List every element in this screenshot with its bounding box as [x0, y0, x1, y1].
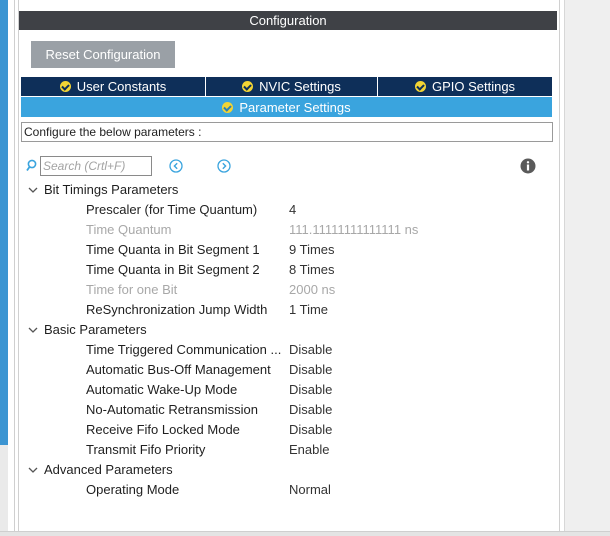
arrow-left-circle-icon[interactable]: [169, 159, 183, 173]
tab-label: GPIO Settings: [431, 79, 516, 94]
param-value[interactable]: Disable: [289, 340, 332, 360]
param-label: Time Quanta in Bit Segment 1: [86, 242, 260, 257]
param-label: Time for one Bit: [86, 282, 178, 297]
chevron-down-icon[interactable]: [27, 180, 39, 200]
param-row[interactable]: No-Automatic Retransmission Disable: [22, 400, 552, 420]
check-circle-icon: [414, 81, 426, 92]
param-row[interactable]: Time Quanta in Bit Segment 2 8 Times: [22, 260, 552, 280]
check-circle-icon: [242, 81, 254, 92]
param-label: Transmit Fifo Priority: [86, 442, 206, 457]
param-value[interactable]: Disable: [289, 400, 332, 420]
param-label: No-Automatic Retransmission: [86, 402, 258, 417]
param-row[interactable]: Prescaler (for Time Quantum) 4: [22, 200, 552, 220]
group-advanced-parameters[interactable]: Advanced Parameters: [22, 460, 552, 480]
param-label: Automatic Bus-Off Management: [86, 362, 271, 377]
param-value[interactable]: Enable: [289, 440, 329, 460]
tab-parameter-settings[interactable]: Parameter Settings: [21, 97, 552, 117]
outer-panel-border: [14, 0, 15, 535]
left-scroll-strip: [0, 0, 8, 445]
param-value: 2000 ns: [289, 282, 336, 297]
param-value[interactable]: Disable: [289, 360, 332, 380]
search-input[interactable]: [40, 156, 152, 176]
tab-nvic-settings[interactable]: NVIC Settings: [206, 77, 378, 96]
search-icon[interactable]: [26, 159, 38, 173]
left-strip-lower: [0, 445, 8, 535]
group-label: Basic Parameters: [44, 322, 147, 337]
tab-gpio-settings[interactable]: GPIO Settings: [378, 77, 552, 96]
param-value[interactable]: 1 Time: [289, 300, 328, 320]
param-row[interactable]: Operating Mode Normal: [22, 480, 552, 500]
check-circle-icon: [222, 101, 234, 113]
tab-label: User Constants: [76, 79, 167, 94]
right-empty-area: [564, 0, 610, 535]
parameter-tree: Bit Timings Parameters Prescaler (for Ti…: [22, 180, 552, 500]
param-row[interactable]: Automatic Wake-Up Mode Disable: [22, 380, 552, 400]
param-label: Time Quantum: [86, 222, 172, 237]
param-label: Automatic Wake-Up Mode: [86, 382, 238, 397]
param-value[interactable]: 4: [289, 200, 296, 220]
param-row[interactable]: Transmit Fifo Priority Enable: [22, 440, 552, 460]
group-basic-parameters[interactable]: Basic Parameters: [22, 320, 552, 340]
param-label: Time Triggered Communication ...: [86, 342, 282, 357]
chevron-down-icon[interactable]: [27, 460, 39, 480]
tab-bar: User Constants NVIC Settings GPIO Settin…: [21, 77, 552, 96]
tab-user-constants[interactable]: User Constants: [21, 77, 206, 96]
configuration-header: Configuration: [19, 11, 557, 30]
param-row[interactable]: Receive Fifo Locked Mode Disable: [22, 420, 552, 440]
param-row[interactable]: Time Quanta in Bit Segment 1 9 Times: [22, 240, 552, 260]
tab-label: Parameter Settings: [239, 99, 351, 115]
param-value[interactable]: Disable: [289, 420, 332, 440]
param-value[interactable]: Normal: [289, 480, 331, 500]
param-row: Time Quantum 111.11111111111111 ns: [22, 220, 552, 240]
group-bit-timings[interactable]: Bit Timings Parameters: [22, 180, 552, 200]
check-circle-icon: [59, 81, 71, 92]
param-label: Prescaler (for Time Quantum): [86, 202, 258, 217]
chevron-down-icon[interactable]: [27, 320, 39, 340]
param-value: 111.11111111111111 ns: [289, 222, 419, 237]
tab-label: NVIC Settings: [259, 79, 341, 94]
param-row: Time for one Bit 2000 ns: [22, 280, 552, 300]
group-label: Bit Timings Parameters: [44, 182, 179, 197]
param-label: Operating Mode: [86, 482, 180, 497]
group-label: Advanced Parameters: [44, 462, 173, 477]
parameters-description: Configure the below parameters :: [21, 122, 553, 142]
param-label: Time Quanta in Bit Segment 2: [86, 262, 260, 277]
param-value[interactable]: Disable: [289, 380, 332, 400]
param-label: Receive Fifo Locked Mode: [86, 422, 240, 437]
reset-configuration-button[interactable]: Reset Configuration: [31, 41, 175, 68]
param-row[interactable]: ReSynchronization Jump Width 1 Time: [22, 300, 552, 320]
param-row[interactable]: Automatic Bus-Off Management Disable: [22, 360, 552, 380]
param-row[interactable]: Time Triggered Communication ... Disable: [22, 340, 552, 360]
info-icon[interactable]: [520, 158, 536, 174]
arrow-right-circle-icon[interactable]: [217, 159, 231, 173]
param-value[interactable]: 8 Times: [289, 260, 335, 280]
param-label: ReSynchronization Jump Width: [86, 302, 268, 317]
param-value[interactable]: 9 Times: [289, 240, 335, 260]
bottom-border: [0, 531, 610, 536]
